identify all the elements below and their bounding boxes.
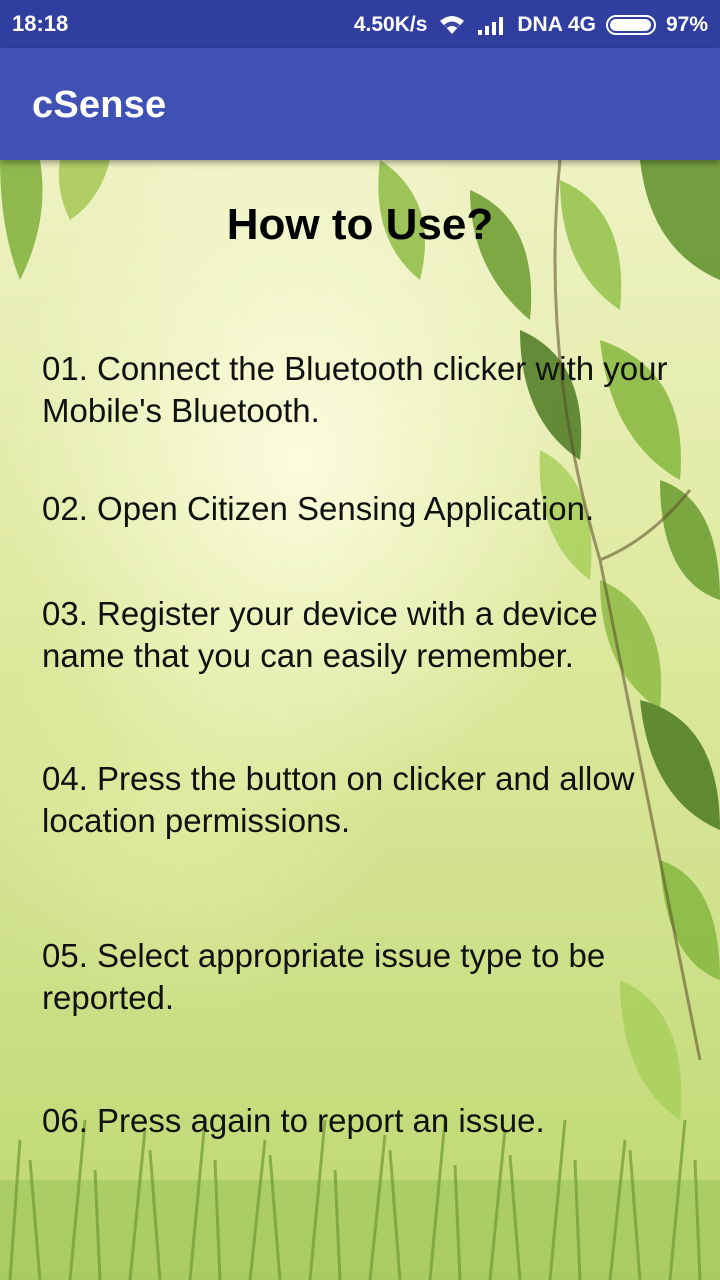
step-4: 04. Press the button on clicker and allo… [42, 760, 635, 839]
app-title: cSense [32, 84, 167, 126]
step-6: 06. Press again to report an issue. [42, 1102, 545, 1139]
step-5: 05. Select appropriate issue type to be … [42, 937, 606, 1016]
status-bar: 18:18 4.50K/s DNA 4G 97% [0, 0, 720, 48]
battery-icon [605, 15, 656, 35]
app-bar: cSense [0, 48, 720, 160]
page-title: How to Use? [226, 200, 494, 249]
battery-fill [609, 19, 651, 31]
signal-icon [477, 14, 507, 36]
how-to-use-panel: How to Use? 01. Connect the Bluetooth cl… [0, 160, 720, 1280]
step-3: 03. Register your device with a device n… [42, 595, 598, 674]
status-indicators: 4.50K/s DNA 4G 97% [354, 11, 708, 39]
step-2: 02. Open Citizen Sensing Application. [42, 490, 595, 527]
step-1: 01. Connect the Bluetooth clicker with y… [42, 350, 668, 429]
wifi-icon [437, 14, 467, 36]
status-time: 18:18 [12, 11, 69, 36]
battery-percent: 97% [665, 13, 708, 36]
carrier-label: DNA 4G [517, 13, 596, 36]
network-speed: 4.50K/s [353, 13, 428, 36]
